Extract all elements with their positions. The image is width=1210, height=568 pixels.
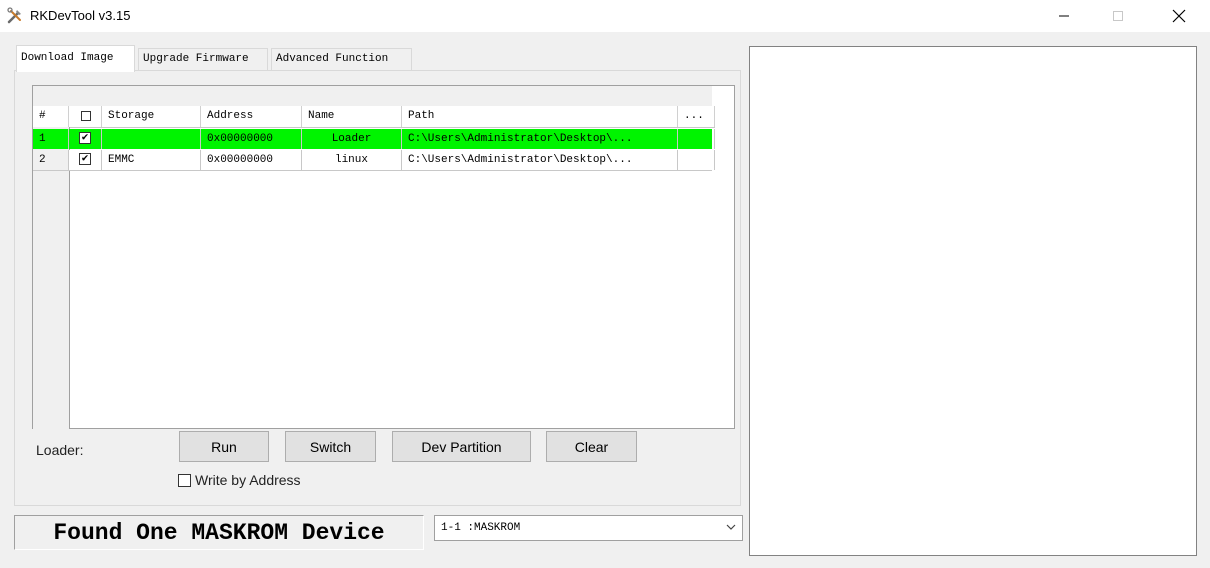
loader-label: Loader: xyxy=(36,442,84,458)
tab-download-image[interactable]: Download Image xyxy=(16,45,135,72)
col-address[interactable]: Address xyxy=(201,106,302,127)
maximize-button[interactable] xyxy=(1095,0,1141,32)
row-index: 2 xyxy=(33,150,69,170)
close-button[interactable] xyxy=(1156,0,1202,32)
table-row[interactable]: 2 ✔ EMMC 0x00000000 linux C:\Users\Admin… xyxy=(33,150,715,171)
list-header: # Storage Address Name Path ... xyxy=(33,106,715,128)
run-button[interactable]: Run xyxy=(179,431,269,462)
col-path[interactable]: Path xyxy=(402,106,678,127)
image-list[interactable]: # Storage Address Name Path ... 1 ✔ 0x00… xyxy=(32,85,735,429)
clear-button[interactable]: Clear xyxy=(546,431,637,462)
device-status: Found One MASKROM Device xyxy=(14,515,424,550)
write-by-address-label: Write by Address xyxy=(195,472,301,488)
col-index[interactable]: # xyxy=(33,106,69,127)
index-column xyxy=(33,127,70,429)
row-index: 1 xyxy=(33,129,69,149)
title-bar: RKDevTool v3.15 xyxy=(0,0,1210,32)
row-checkbox-cell: ✔ xyxy=(69,129,102,149)
tab-upgrade-firmware[interactable]: Upgrade Firmware xyxy=(138,48,268,71)
maximize-icon xyxy=(1113,11,1123,21)
col-check[interactable] xyxy=(69,106,102,127)
row-name[interactable]: linux xyxy=(302,150,402,170)
minimize-button[interactable] xyxy=(1041,0,1087,32)
list-topbar xyxy=(33,86,712,107)
tools-icon xyxy=(7,7,21,24)
row-more[interactable] xyxy=(678,129,715,149)
row-checkbox[interactable]: ✔ xyxy=(79,153,91,165)
row-address[interactable]: 0x00000000 xyxy=(201,129,302,149)
device-select-value: 1-1 :MASKROM xyxy=(441,522,521,534)
col-storage[interactable]: Storage xyxy=(102,106,201,127)
row-path[interactable]: C:\Users\Administrator\Desktop\... xyxy=(402,129,678,149)
device-select[interactable]: 1-1 :MASKROM xyxy=(434,515,743,541)
col-name[interactable]: Name xyxy=(302,106,402,127)
switch-button[interactable]: Switch xyxy=(285,431,376,462)
log-output[interactable] xyxy=(749,46,1197,556)
row-path[interactable]: C:\Users\Administrator\Desktop\... xyxy=(402,150,678,170)
row-checkbox[interactable]: ✔ xyxy=(79,132,91,144)
row-more[interactable] xyxy=(678,150,715,170)
row-checkbox-cell: ✔ xyxy=(69,150,102,170)
row-storage[interactable]: EMMC xyxy=(102,150,201,170)
col-more[interactable]: ... xyxy=(678,106,715,127)
row-storage[interactable] xyxy=(102,129,201,149)
dev-partition-button[interactable]: Dev Partition xyxy=(392,431,531,462)
close-icon xyxy=(1172,9,1186,23)
row-name[interactable]: Loader xyxy=(302,129,402,149)
table-row[interactable]: 1 ✔ 0x00000000 Loader C:\Users\Administr… xyxy=(33,129,715,149)
chevron-down-icon xyxy=(726,524,736,530)
select-all-checkbox[interactable] xyxy=(81,111,91,121)
write-by-address-checkbox[interactable]: Write by Address xyxy=(178,472,301,488)
tab-advanced-function[interactable]: Advanced Function xyxy=(271,48,412,71)
row-address[interactable]: 0x00000000 xyxy=(201,150,302,170)
write-by-address-box[interactable] xyxy=(178,473,191,487)
window-title: RKDevTool v3.15 xyxy=(30,8,131,23)
minimize-icon xyxy=(1059,15,1069,17)
